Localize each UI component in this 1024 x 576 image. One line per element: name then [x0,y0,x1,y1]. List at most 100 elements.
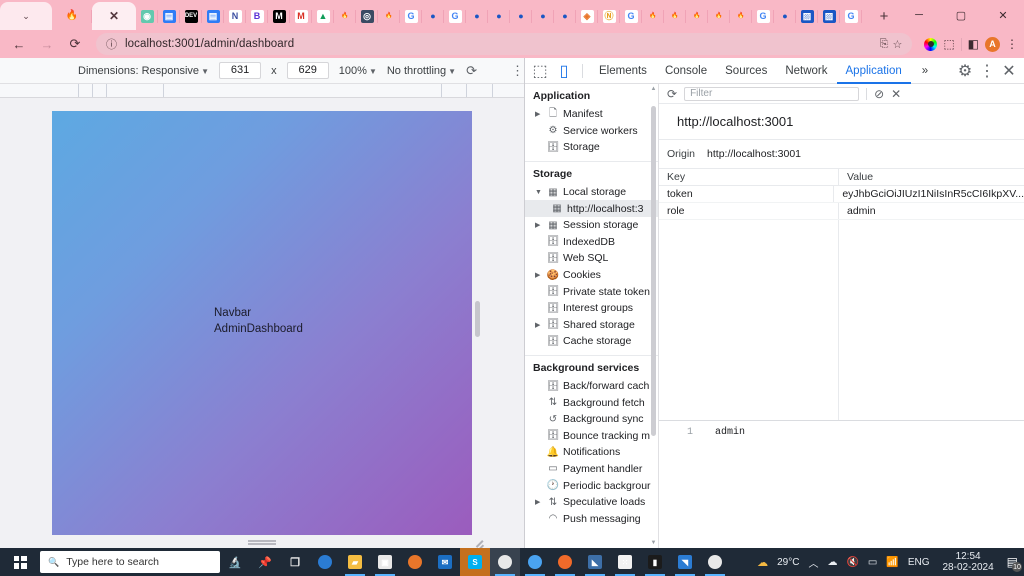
width-input[interactable]: 631 [218,62,262,79]
rotate-icon[interactable]: ⟳ [465,62,478,79]
forward-icon[interactable]: → [34,32,60,56]
language-indicator[interactable]: ENG [908,557,930,568]
sidebar-item-payment-handler[interactable]: ▭ Payment handler [525,461,658,478]
sidebar-item-cookies[interactable]: ▶ 🍪 Cookies [525,267,658,284]
sidebar-scrollbar[interactable]: ▲ ▼ [650,84,657,548]
taskbar-task-view[interactable]: ❐ [280,548,310,576]
sidebar-item-service-workers[interactable]: ⚙ Service workers [525,123,658,140]
cell-key[interactable]: token [659,186,835,202]
tab-favicon-google-g-1[interactable]: G [400,2,422,30]
viewport-scrollbar[interactable] [475,301,480,337]
minimize-button[interactable]: ─ [898,0,940,30]
taskbar-dice-app[interactable]: ⁙ [610,548,640,576]
tab-favicon-docs-blue-2[interactable]: ▤ [202,2,224,30]
tab-favicon-teal-circle[interactable]: ◉ [136,2,158,30]
tab-favicon-fire-4[interactable]: 🔥 [664,2,686,30]
tab-favicon-fire-2[interactable]: 🔥 [378,2,400,30]
taskbar-snip-icon[interactable]: 🔬 [220,548,250,576]
taskbar-firefox[interactable] [400,548,430,576]
taskbar-mail[interactable]: ✉ [430,548,460,576]
tab-favicon-medium-m[interactable]: M [268,2,290,30]
emulated-page-viewport[interactable]: Navbar AdminDashboard [52,111,480,545]
tab-console[interactable]: Console [656,58,716,84]
tab-favicon-blue-dot-5[interactable]: ● [532,2,554,30]
scroll-up-icon[interactable]: ▲ [650,86,657,92]
chevron-right-icon[interactable]: ▶ [535,498,543,506]
tab-favicon-fire-7[interactable]: 🔥 [730,2,752,30]
site-info-icon[interactable]: ⓘ [106,36,117,52]
cast-icon[interactable]: ⎘ [880,38,889,51]
sidebar-item-manifest[interactable]: ▶ 🗋 Manifest [525,106,658,123]
devtools-overflow-button[interactable]: » [913,58,937,84]
inspect-element-icon[interactable]: ⬚ [529,60,551,82]
tab-favicon-blue-square-2[interactable]: ▨ [818,2,840,30]
tab-favicon-gmail-m[interactable]: M [290,2,312,30]
taskbar-pin-icon[interactable]: 📌 [250,548,280,576]
clear-all-icon[interactable]: ⊘ [874,87,884,101]
dimensions-dropdown[interactable]: Dimensions: Responsive ▼ [78,65,209,77]
taskbar-postman[interactable] [520,548,550,576]
colorful-extension-icon[interactable] [924,37,938,51]
viewport-resize-handle-bottom[interactable] [248,540,276,545]
throttling-dropdown[interactable]: No throttling ▼ [387,65,456,77]
sidebar-item-bounce-tracking-m[interactable]: 🗄 Bounce tracking m [525,428,658,445]
table-row[interactable]: role admin [659,203,1024,220]
tab-sources[interactable]: Sources [716,58,776,84]
gear-icon[interactable]: ⚙ [954,60,976,82]
sidebar-item-back-forward-cach[interactable]: 🗄 Back/forward cach [525,378,658,395]
taskbar-chrome-active[interactable] [490,548,520,576]
tab-application[interactable]: Application [837,58,911,84]
zoom-dropdown[interactable]: 100% ▼ [339,65,377,77]
sidebar-item-periodic-backgrour[interactable]: 🕐 Periodic backgrour [525,477,658,494]
reload-icon[interactable]: ⟳ [62,32,88,56]
close-devtools-icon[interactable]: ✕ [998,60,1020,82]
cell-key[interactable]: role [659,203,839,219]
back-icon[interactable]: ← [6,32,32,56]
tab-favicon-blue-dot-7[interactable]: ● [774,2,796,30]
chevron-right-icon[interactable]: ▶ [535,221,543,229]
tab-pinned-1[interactable]: 🔥 [52,2,92,30]
network-icon[interactable]: 📶 [886,557,898,568]
tab-favicon-orange-diamond[interactable]: ◈ [576,2,598,30]
taskbar-skype[interactable]: S [460,548,490,576]
table-row[interactable]: token eyJhbGciOiJIUzI1NiIsInR5cCI6IkpXV..… [659,186,1024,203]
split-view-icon[interactable]: ◧ [968,37,979,51]
tab-favicon-fire-3[interactable]: 🔥 [642,2,664,30]
refresh-icon[interactable]: ⟳ [667,87,677,101]
tab-favicon-google-g-5[interactable]: G [840,2,862,30]
tab-favicon-blue-dot-2[interactable]: ● [466,2,488,30]
scroll-down-icon[interactable]: ▼ [650,540,657,546]
taskbar-orange-app[interactable] [550,548,580,576]
filter-input[interactable]: Filter [684,86,860,101]
taskbar-edge[interactable] [310,548,340,576]
sidebar-item-push-messaging[interactable]: ◠ Push messaging [525,510,658,527]
temperature-label[interactable]: 29°C [777,557,799,568]
sidebar-item-notifications[interactable]: 🔔 Notifications [525,444,658,461]
tab-favicon-fire-6[interactable]: 🔥 [708,2,730,30]
address-bar[interactable]: ⓘ localhost:3001/admin/dashboard ⎘ ☆ [96,33,913,55]
tab-favicon-bootstrap-b[interactable]: B [246,2,268,30]
sidebar-item-local-storage[interactable]: ▼ ▦ Local storage [525,184,658,201]
tab-favicon-orange-n[interactable]: Ⓝ [598,2,620,30]
start-button[interactable] [0,548,40,576]
bookmark-star-icon[interactable]: ☆ [892,38,902,51]
tab-favicon-notion-n[interactable]: N [224,2,246,30]
tab-favicon-blue-dot-4[interactable]: ● [510,2,532,30]
cell-value[interactable]: admin [839,203,1024,219]
tab-favicon-docs-blue[interactable]: ▤ [158,2,180,30]
sidebar-item-background-sync[interactable]: ↺ Background sync [525,411,658,428]
column-header-key[interactable]: Key [659,169,839,185]
devtools-more-icon[interactable]: ⋮ [976,60,998,82]
taskbar-terminal[interactable]: ▮ [640,548,670,576]
chevron-down-icon[interactable]: ▼ [535,189,543,196]
tab-favicon-dev-black[interactable]: DEV [180,2,202,30]
toggle-device-toolbar-icon[interactable]: ▯ [553,60,575,82]
viewport-resize-handle-corner[interactable] [475,538,484,547]
tab-favicon-blue-square-1[interactable]: ▨ [796,2,818,30]
show-hidden-icons[interactable]: ︿ [808,555,818,570]
sidebar-item-http-localhost-3[interactable]: ▦ http://localhost:3 [525,200,658,217]
sidebar-item-indexeddb[interactable]: 🗄 IndexedDB [525,234,658,251]
device-more-options-icon[interactable]: ⋮ [511,64,524,77]
sidebar-item-shared-storage[interactable]: ▶ 🗄 Shared storage [525,317,658,334]
delete-selected-icon[interactable]: ✕ [891,87,901,101]
